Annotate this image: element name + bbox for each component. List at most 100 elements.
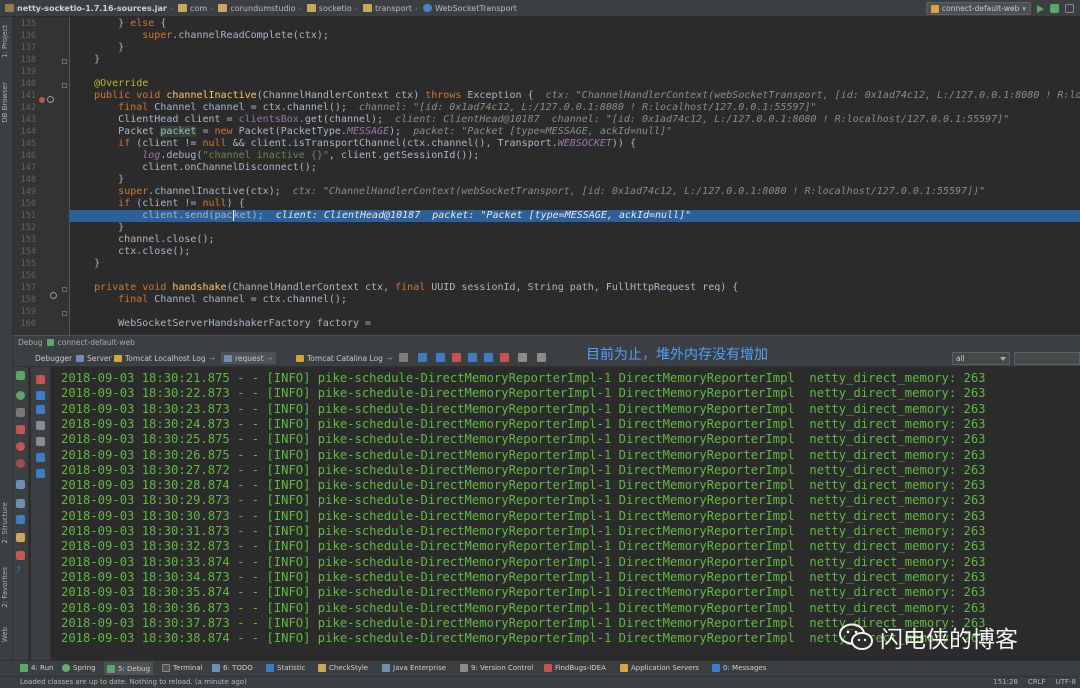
debug-session-icon <box>46 339 54 346</box>
watermark: 闪电侠的博客 <box>838 620 1018 654</box>
tab-web[interactable]: Web <box>1 627 9 642</box>
class-icon <box>423 4 433 12</box>
resume-icon[interactable] <box>16 391 25 400</box>
editor-gutter[interactable]: 135 136 137 138 139 140 141 142 143 144 … <box>13 17 70 335</box>
tool-spring[interactable]: Spring <box>62 664 96 672</box>
override-marker-icon[interactable] <box>39 97 45 103</box>
status-message[interactable]: Loaded classes are up to date. Nothing t… <box>20 678 247 686</box>
settings-icon[interactable] <box>16 515 25 524</box>
soft-wrap-icon[interactable] <box>36 421 45 430</box>
breakpoint-icon[interactable] <box>50 292 57 299</box>
tab-request[interactable]: request → <box>221 352 276 364</box>
fold-marker-icon[interactable] <box>62 311 67 316</box>
console-output[interactable]: 2018-09-03 18:30:21.875 - - [INFO] pike-… <box>51 367 1080 660</box>
tool-debug[interactable]: 5: Debug <box>104 662 154 675</box>
caret-position[interactable]: 151:28 <box>993 678 1018 686</box>
tool-statistic[interactable]: Statistic <box>266 664 305 672</box>
mute-breakpoints-icon[interactable] <box>16 459 25 468</box>
drop-frame-icon[interactable] <box>500 353 509 362</box>
tool-application-servers[interactable]: Application Servers <box>620 664 699 672</box>
console-search-input[interactable] <box>1014 352 1080 365</box>
tool-checkstyle[interactable]: CheckStyle <box>318 664 368 672</box>
fold-marker-icon[interactable] <box>62 59 67 64</box>
tool-messages[interactable]: 0: Messages <box>712 664 766 672</box>
settings-icon[interactable] <box>537 353 546 362</box>
breadcrumb-class[interactable]: WebSocketTransport <box>418 4 520 13</box>
breadcrumb-jar[interactable]: netty-socketio-1.7.16-sources.jar <box>0 4 170 13</box>
todo-icon <box>212 664 220 672</box>
tab-db-browser[interactable]: DB Browser <box>1 82 9 123</box>
tool-java-enterprise[interactable]: Java Enterprise <box>382 664 446 672</box>
rerun-icon[interactable] <box>16 371 25 380</box>
run-config-select[interactable]: connect-default-web ▾ <box>926 2 1031 15</box>
tab-structure[interactable]: 2: Structure <box>1 502 9 544</box>
code-line-142: final Channel channel = ctx.channel(); c… <box>118 102 817 113</box>
breadcrumb-com[interactable]: com <box>173 4 210 13</box>
line-number: 141 <box>20 91 36 101</box>
log-line: 2018-09-03 18:30:23.873 - - [INFO] pike-… <box>61 401 986 416</box>
breadcrumb-corundumstudio[interactable]: corundumstudio <box>213 4 298 13</box>
delete-icon[interactable] <box>36 469 45 478</box>
tool-version-control[interactable]: 9: Version Control <box>460 664 533 672</box>
tool-run[interactable]: 4: Run <box>20 664 53 672</box>
line-number: 144 <box>20 127 36 137</box>
tab-tomcat-catalina-log[interactable]: Tomcat Catalina Log → <box>296 352 392 364</box>
help-icon[interactable]: ? <box>16 567 25 576</box>
tab-favorites[interactable]: 2: Favorites <box>1 567 9 608</box>
java-enterprise-icon <box>382 664 390 672</box>
debug-icon[interactable] <box>1050 4 1059 13</box>
close-icon[interactable] <box>16 551 25 560</box>
tool-findbugs[interactable]: FindBugs-IDEA <box>544 664 606 672</box>
fold-marker-icon[interactable] <box>62 287 67 292</box>
tab-server[interactable]: Server <box>76 352 112 364</box>
force-step-into-icon[interactable] <box>468 353 477 362</box>
line-number: 143 <box>20 115 36 125</box>
evaluate-icon[interactable] <box>518 353 527 362</box>
breadcrumb-socketio[interactable]: socketio <box>302 4 355 13</box>
run-icon[interactable] <box>1037 4 1044 13</box>
pause-icon[interactable] <box>16 408 25 417</box>
tool-terminal[interactable]: Terminal <box>162 664 203 672</box>
code-line-138: } <box>70 54 101 65</box>
step-over-icon[interactable] <box>436 353 445 362</box>
get-thread-dump-icon[interactable] <box>16 480 25 489</box>
line-number: 148 <box>20 175 36 185</box>
restore-layout-icon[interactable] <box>16 499 25 508</box>
line-separator[interactable]: CRLF <box>1028 678 1046 686</box>
show-execution-point-icon[interactable] <box>418 353 427 362</box>
line-number: 151 <box>20 211 36 221</box>
up-arrow-icon[interactable] <box>36 391 45 400</box>
package-icon <box>362 4 372 12</box>
app-servers-icon <box>620 664 628 672</box>
debug-session-name[interactable]: connect-default-web <box>58 338 135 347</box>
file-encoding[interactable]: UTF-8 <box>1056 678 1076 686</box>
clear-all-icon[interactable] <box>36 375 45 384</box>
view-breakpoints-icon[interactable] <box>16 442 25 451</box>
debug-icon <box>107 664 115 673</box>
down-arrow-icon[interactable] <box>36 405 45 414</box>
pin-tab-icon[interactable] <box>16 533 25 542</box>
print-icon[interactable] <box>36 453 45 462</box>
tool-todo[interactable]: 6: TODO <box>212 664 253 672</box>
checkstyle-icon <box>318 664 326 672</box>
annotation-text: 目前为止，堆外内存没有增加 <box>586 347 768 363</box>
step-out-icon[interactable] <box>484 353 493 362</box>
tab-tomcat-localhost-log[interactable]: Tomcat Localhost Log → <box>114 352 215 364</box>
stop-icon[interactable] <box>16 425 25 434</box>
step-into-icon[interactable] <box>452 353 461 362</box>
scroll-to-end-icon[interactable] <box>36 437 45 446</box>
pin-icon: → <box>385 353 393 363</box>
chevron-down-icon <box>1000 357 1006 361</box>
more-actions-icon[interactable] <box>1065 4 1074 13</box>
code-editor[interactable]: 135 136 137 138 139 140 141 142 143 144 … <box>13 17 1080 335</box>
fold-marker-icon[interactable] <box>62 83 67 88</box>
layout-icon[interactable] <box>399 353 408 362</box>
breadcrumb-transport[interactable]: transport <box>358 4 415 13</box>
tab-debugger[interactable]: Debugger <box>35 352 72 364</box>
log-filter-select[interactable]: all <box>952 352 1010 365</box>
breakpoint-icon[interactable] <box>47 96 54 103</box>
log-line: 2018-09-03 18:30:34.873 - - [INFO] pike-… <box>61 569 986 584</box>
tab-project[interactable]: 1: Project <box>1 25 9 58</box>
